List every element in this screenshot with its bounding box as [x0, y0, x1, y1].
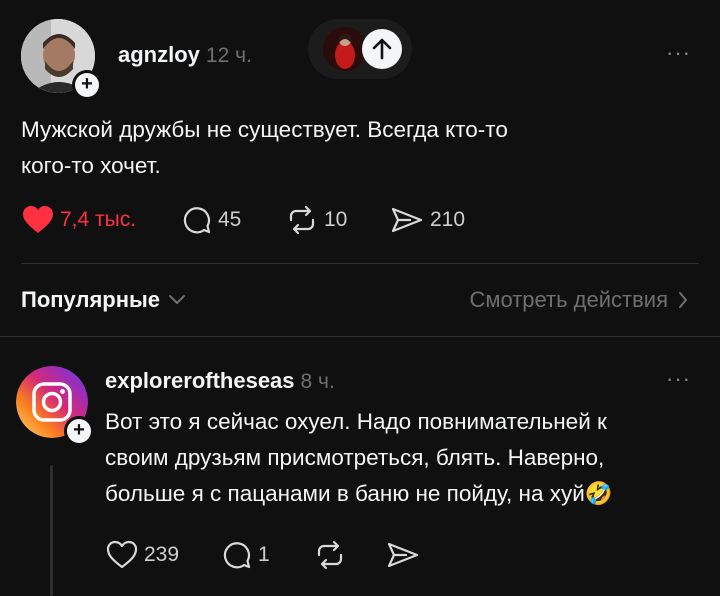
heart-icon — [23, 206, 53, 233]
reply-share-button[interactable] — [386, 540, 420, 570]
heart-icon — [106, 540, 138, 569]
repost-icon — [289, 205, 315, 235]
reply-more-icon[interactable]: ··· — [666, 366, 691, 392]
like-count: 7,4 тыс. — [60, 208, 137, 231]
replies-pill[interactable] — [308, 19, 412, 79]
view-activity-label: Смотреть действия — [469, 287, 668, 312]
follow-plus-icon[interactable]: + — [64, 416, 94, 446]
share-icon — [387, 542, 419, 568]
reply-text-line: больше я с пацанами в баню не пойду, на … — [105, 476, 705, 512]
post-more-icon[interactable]: ··· — [666, 40, 691, 66]
comment-icon — [223, 542, 251, 569]
sort-label: Популярные — [21, 287, 161, 312]
comment-icon — [183, 207, 211, 234]
post-username[interactable]: agnzloy — [118, 42, 200, 68]
post-header: agnzloy 12 ч. — [118, 42, 252, 68]
chevron-right-icon — [679, 292, 687, 308]
reply-text-part: больше я с пацанами в баню не пойду, на … — [105, 481, 585, 506]
laughing-emoji-icon: 🤣 — [584, 481, 613, 506]
post-text: Мужской дружбы не существует. Всегда кто… — [21, 112, 681, 184]
reply-comment-button[interactable]: 1 — [222, 540, 270, 570]
repost-count: 10 — [324, 208, 348, 231]
view-activity-link[interactable]: Смотреть действия — [469, 287, 688, 313]
reply-repost-button[interactable] — [314, 540, 346, 570]
reply-text-line: своим друзьям присмотреться, блять. Наве… — [105, 445, 605, 470]
reply-text: Вот это я сейчас охуел. Надо повниматель… — [105, 404, 705, 512]
share-icon — [391, 207, 423, 233]
sort-dropdown[interactable]: Популярные — [21, 287, 186, 313]
share-count: 210 — [430, 208, 466, 231]
chevron-down-icon — [169, 295, 186, 304]
thread-line — [50, 465, 53, 596]
divider — [21, 263, 699, 264]
share-button[interactable]: 210 — [390, 205, 465, 235]
reply-like-button[interactable]: 239 — [106, 540, 179, 570]
reply-username[interactable]: exploreroftheseas — [105, 368, 295, 394]
divider — [0, 336, 720, 337]
reply-header: exploreroftheseas 8 ч. — [105, 368, 335, 394]
comment-count: 45 — [218, 208, 242, 231]
post-text-line: кого-то хочет. — [21, 153, 161, 178]
replier-avatar — [323, 27, 367, 71]
post-time: 12 ч. — [205, 44, 252, 67]
repost-icon — [317, 540, 343, 570]
reply-comment-count: 1 — [258, 543, 270, 566]
like-button[interactable]: 7,4 тыс. — [22, 205, 136, 235]
follow-plus-icon[interactable]: + — [72, 70, 102, 100]
reply-text-line: Вот это я сейчас охуел. Надо повниматель… — [105, 409, 607, 434]
repost-button[interactable]: 10 — [286, 205, 347, 235]
comment-button[interactable]: 45 — [182, 205, 241, 235]
reply-like-count: 239 — [144, 543, 180, 566]
arrow-up-icon[interactable] — [362, 29, 402, 69]
post-text-line: Мужской дружбы не существует. Всегда кто… — [21, 117, 508, 142]
reply-time: 8 ч. — [300, 370, 335, 393]
